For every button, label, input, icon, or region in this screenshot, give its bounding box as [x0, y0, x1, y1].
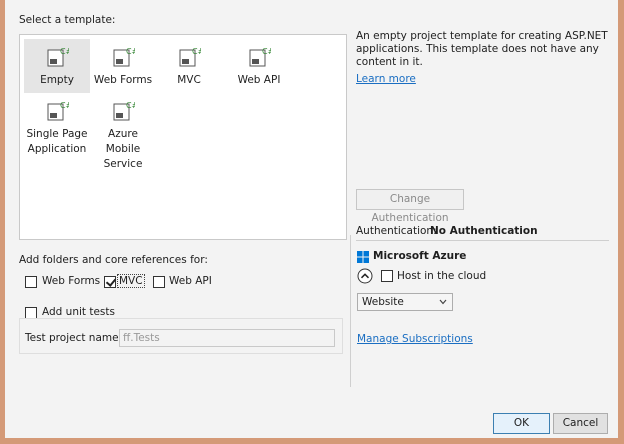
test-project-name-input[interactable]: ff.Tests [119, 329, 335, 347]
template-azure-mobile-service[interactable]: C# Azure Mobile Service [90, 93, 156, 170]
svg-text:C#: C# [60, 47, 69, 56]
svg-text:C#: C# [192, 47, 201, 56]
csharp-web-project-icon: C# [179, 47, 201, 67]
folders-label: Add folders and core references for: [19, 254, 208, 266]
csharp-web-project-icon: C# [47, 47, 69, 67]
window-frame: Select a template: C# Empty C# Web Forms… [0, 0, 624, 444]
chevron-up-circle-icon[interactable] [357, 268, 373, 284]
csharp-web-project-icon: C# [113, 47, 135, 67]
web-forms-label: Web Forms [42, 275, 101, 287]
template-mvc[interactable]: C# MVC [156, 39, 222, 93]
auth-divider [356, 240, 609, 241]
template-web-forms[interactable]: C# Web Forms [90, 39, 156, 93]
select-template-label: Select a template: [19, 14, 116, 26]
template-name: Web Forms [93, 74, 153, 86]
svg-text:C#: C# [262, 47, 271, 56]
test-project-name-label: Test project name: [25, 332, 123, 344]
host-in-cloud-label: Host in the cloud [397, 270, 487, 282]
host-type-value: Website [362, 296, 404, 308]
svg-text:C#: C# [126, 47, 135, 56]
web-api-label: Web API [169, 275, 212, 287]
panel-divider [350, 235, 351, 387]
ok-button[interactable]: OK [493, 413, 550, 434]
windows-logo-icon [357, 251, 369, 263]
svg-text:C#: C# [126, 101, 135, 110]
host-type-select[interactable]: Website [357, 293, 453, 311]
template-name: MVC [177, 74, 201, 86]
new-project-dialog: Select a template: C# Empty C# Web Forms… [5, 0, 618, 438]
manage-subscriptions-link[interactable]: Manage Subscriptions [357, 333, 473, 345]
chevron-down-icon [439, 299, 447, 305]
add-unit-tests-label: Add unit tests [42, 306, 115, 318]
mvc-checkbox[interactable] [104, 276, 116, 288]
template-web-api[interactable]: C# Web API [226, 39, 292, 93]
unit-tests-group: Test project name: ff.Tests [19, 318, 343, 354]
template-name: Single Page Application [26, 128, 88, 155]
template-list[interactable]: C# Empty C# Web Forms C# MVC C# [19, 34, 347, 240]
template-name: Empty [40, 74, 74, 86]
template-description: An empty project template for creating A… [356, 30, 608, 68]
csharp-web-project-icon: C# [249, 47, 271, 67]
template-single-page-application[interactable]: C# Single Page Application [24, 93, 90, 163]
template-empty[interactable]: C# Empty [24, 39, 90, 93]
authentication-value: No Authentication [430, 225, 538, 237]
template-name: Web API [237, 74, 281, 86]
azure-title: Microsoft Azure [373, 250, 467, 262]
change-authentication-button[interactable]: Change Authentication [356, 189, 464, 224]
authentication-label: Authentication: [356, 225, 437, 237]
csharp-web-project-icon: C# [113, 101, 135, 121]
svg-text:C#: C# [60, 101, 69, 110]
csharp-web-project-icon: C# [47, 101, 69, 121]
learn-more-link[interactable]: Learn more [356, 73, 416, 85]
web-forms-checkbox[interactable] [25, 276, 37, 288]
mvc-label: MVC [117, 274, 145, 288]
web-api-checkbox[interactable] [153, 276, 165, 288]
host-in-cloud-checkbox[interactable] [381, 270, 393, 282]
test-project-name-value: ff.Tests [123, 332, 160, 344]
cancel-button[interactable]: Cancel [553, 413, 608, 434]
template-name: Azure Mobile Service [103, 128, 143, 170]
